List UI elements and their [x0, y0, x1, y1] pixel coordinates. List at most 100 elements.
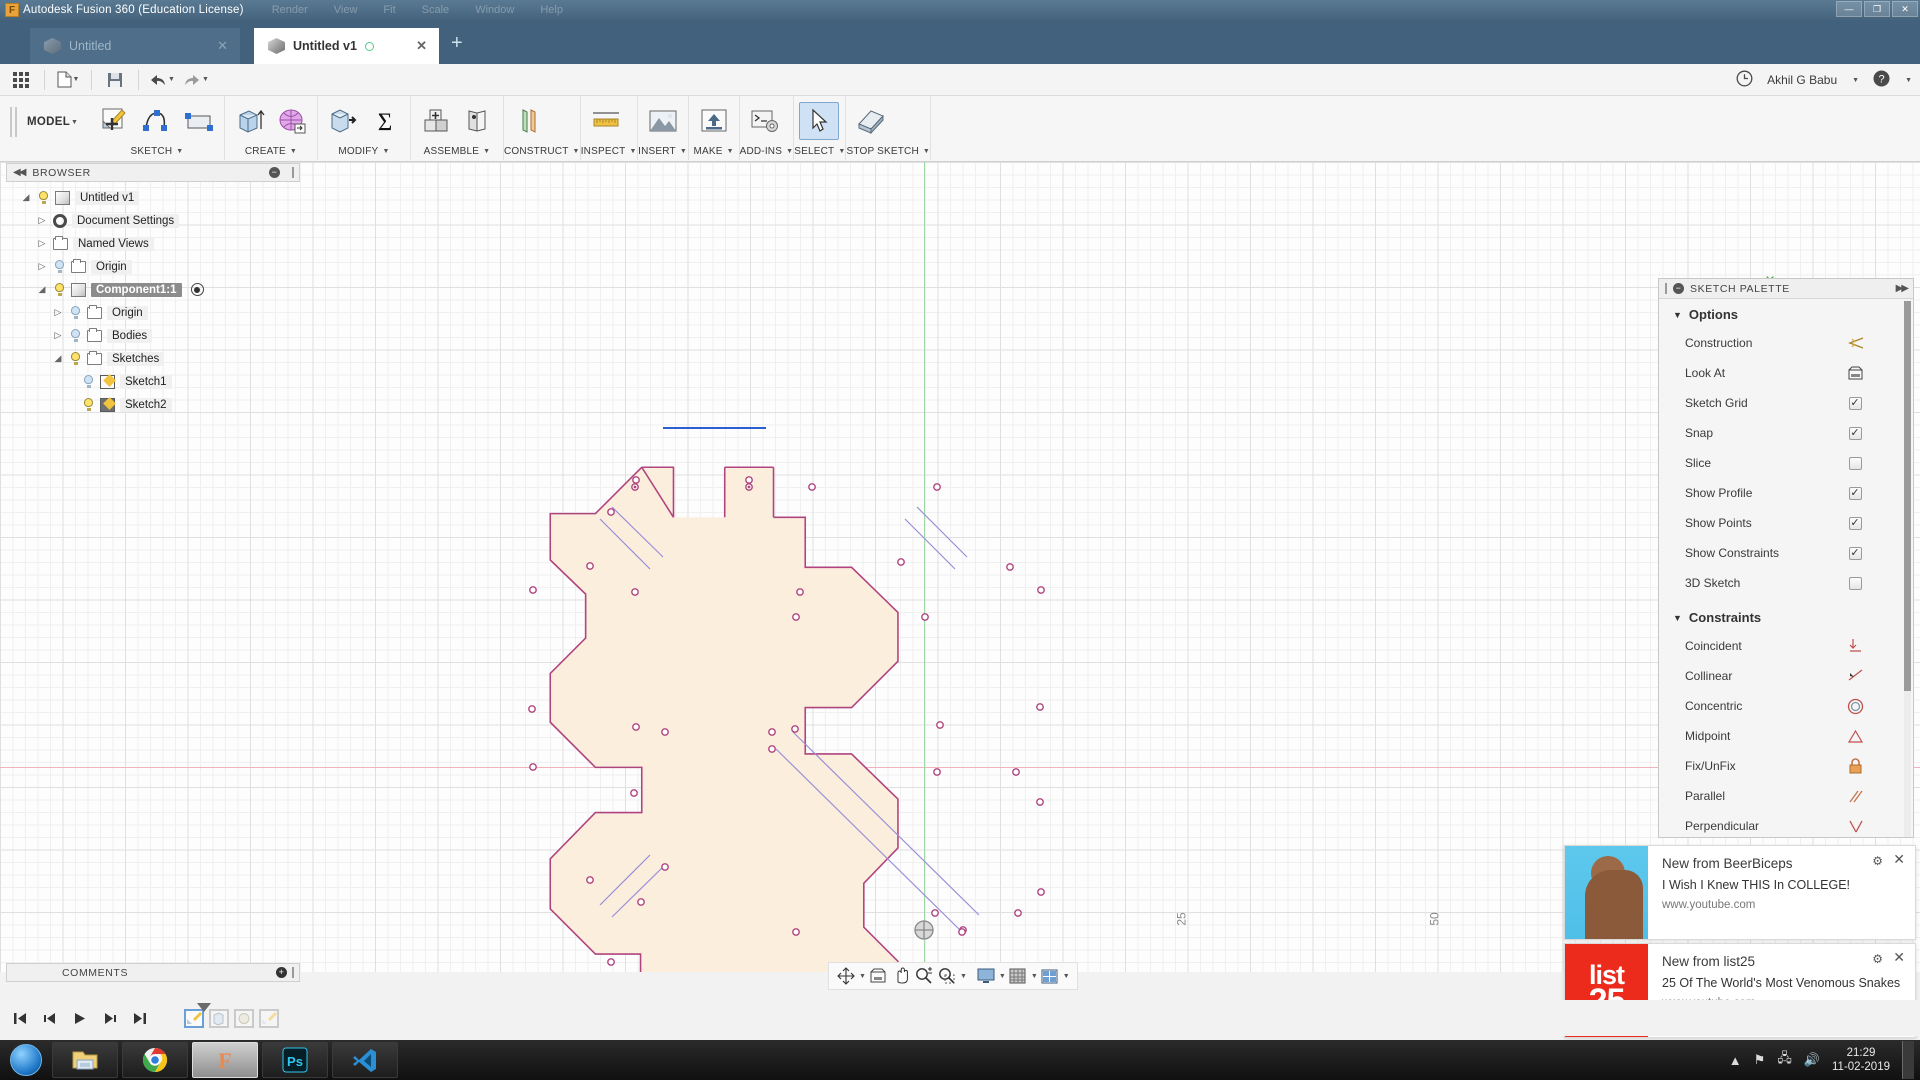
palette-row-3d-sketch[interactable]: 3D Sketch [1659, 568, 1913, 598]
ribbon-group-label[interactable]: STOP SKETCH ▼ [846, 143, 930, 160]
palette-row-coincident[interactable]: Coincident [1659, 631, 1913, 661]
close-icon[interactable]: ✕ [416, 38, 427, 54]
palette-row-midpoint[interactable]: Midpoint [1659, 721, 1913, 751]
chevron-down-icon[interactable]: ▼ [290, 148, 297, 155]
tree-item-named-views[interactable]: ▷ Named Views [20, 232, 320, 255]
maximize-button[interactable]: ❐ [1864, 1, 1890, 17]
photoshop-icon[interactable]: Ps [262, 1042, 328, 1078]
show-profile-checkbox[interactable]: ✓ [1849, 487, 1862, 500]
tree-item-bodies[interactable]: ▷ Bodies [20, 324, 320, 347]
tree-item-origin-component[interactable]: ▷ Origin [20, 301, 320, 324]
zoom-icon[interactable] [913, 965, 935, 987]
chevron-down-icon[interactable]: ▼ [483, 148, 490, 155]
chevron-down-icon[interactable]: ▼ [168, 76, 175, 83]
expand-triangle-icon[interactable]: ▷ [36, 238, 48, 249]
close-icon[interactable]: ✕ [1893, 851, 1905, 868]
palette-row-show-constraints[interactable]: Show Constraints ✓ [1659, 538, 1913, 568]
step-forward-icon[interactable] [100, 1008, 120, 1028]
new-tab-button[interactable]: + [439, 28, 475, 64]
scripts-addins-icon[interactable] [745, 102, 785, 140]
app-grid-icon[interactable] [6, 67, 36, 93]
fusion360-icon[interactable]: F [192, 1042, 258, 1078]
palette-row-show-points[interactable]: Show Points ✓ [1659, 508, 1913, 538]
chevron-down-icon[interactable]: ▼ [838, 148, 845, 155]
new-component-icon[interactable] [416, 102, 456, 140]
chevron-down-icon[interactable]: ▼ [1063, 973, 1070, 980]
parallel-icon[interactable] [1844, 789, 1866, 804]
display-settings-icon[interactable] [975, 965, 997, 987]
slice-checkbox[interactable] [1849, 457, 1862, 470]
press-pull-icon[interactable] [323, 102, 363, 140]
close-icon[interactable]: ✕ [217, 38, 228, 54]
close-button[interactable]: ✕ [1892, 1, 1918, 17]
new-file-icon[interactable]: ▼ [53, 67, 83, 93]
pan-icon[interactable] [890, 965, 912, 987]
tree-item-sketch2[interactable]: Sketch2 [20, 393, 320, 416]
document-tab-untitled-v1[interactable]: Untitled v1 ✕ [254, 28, 439, 64]
chevron-down-icon[interactable]: ▼ [1905, 77, 1912, 84]
ribbon-group-label[interactable]: ADD-INS ▼ [740, 143, 794, 160]
gear-icon[interactable]: ⚙ [1872, 854, 1883, 868]
midpoint-icon[interactable] [1844, 729, 1866, 744]
look-at-icon[interactable] [867, 965, 889, 987]
vscode-icon[interactable] [332, 1042, 398, 1078]
add-comment-icon[interactable]: + [276, 967, 287, 978]
chevron-down-icon[interactable]: ▼ [73, 76, 80, 83]
visibility-bulb-icon[interactable] [69, 329, 82, 343]
sketch-origin-marker[interactable] [915, 921, 933, 939]
chevron-down-icon[interactable]: ▼ [382, 148, 389, 155]
expand-triangle-icon[interactable]: ◢ [36, 284, 48, 295]
palette-row-perpendicular[interactable]: Perpendicular [1659, 811, 1913, 841]
3d-print-icon[interactable] [694, 102, 734, 140]
chevron-down-icon[interactable]: ▼ [71, 119, 78, 126]
chevron-down-icon[interactable]: ▼ [176, 148, 183, 155]
show-hidden-icons-icon[interactable]: ▲ [1729, 1053, 1742, 1068]
measure-icon[interactable] [586, 102, 626, 140]
collapse-left-icon[interactable]: ◀◀ [13, 167, 24, 178]
lock-icon[interactable] [1844, 758, 1866, 774]
show-constraints-checkbox[interactable]: ✓ [1849, 547, 1862, 560]
palette-row-construction[interactable]: Construction [1659, 328, 1913, 358]
collapse-triangle-icon[interactable]: ▼ [1673, 613, 1682, 623]
close-icon[interactable]: ✕ [1893, 949, 1905, 966]
stop-sketch-icon[interactable] [851, 102, 891, 140]
palette-row-fix-unfix[interactable]: Fix/UnFix [1659, 751, 1913, 781]
skip-end-icon[interactable] [130, 1008, 150, 1028]
chevron-down-icon[interactable]: ▼ [202, 76, 209, 83]
palette-row-concentric[interactable]: Concentric [1659, 691, 1913, 721]
expand-triangle-icon[interactable]: ▷ [36, 261, 48, 272]
chevron-down-icon[interactable]: ▼ [999, 973, 1006, 980]
tree-item-document-settings[interactable]: ▷ Document Settings [20, 209, 320, 232]
collapse-right-icon[interactable]: ▶▶ [1896, 283, 1907, 294]
palette-scroll-thumb[interactable] [1904, 301, 1911, 691]
browser-header[interactable]: ◀◀ BROWSER − [6, 163, 300, 182]
visibility-bulb-icon[interactable] [69, 352, 82, 366]
grid-snap-icon[interactable] [1007, 965, 1029, 987]
show-desktop-button[interactable] [1902, 1041, 1914, 1079]
visibility-bulb-icon[interactable] [69, 306, 82, 320]
ribbon-group-label[interactable]: INSPECT ▼ [581, 143, 637, 160]
perpendicular-icon[interactable] [1844, 819, 1866, 834]
comments-panel-header[interactable]: COMMENTS + [6, 963, 300, 982]
construction-icon[interactable] [1844, 336, 1866, 350]
snap-checkbox[interactable]: ✓ [1849, 427, 1862, 440]
sketch-grid-checkbox[interactable]: ✓ [1849, 397, 1862, 410]
select-icon[interactable] [799, 102, 839, 140]
chevron-down-icon[interactable]: ▼ [960, 973, 967, 980]
step-back-icon[interactable] [40, 1008, 60, 1028]
zoom-window-icon[interactable] [936, 965, 958, 987]
palette-row-slice[interactable]: Slice [1659, 448, 1913, 478]
3d-sketch-checkbox[interactable] [1849, 577, 1862, 590]
user-name-label[interactable]: Akhil G Babu [1767, 73, 1837, 87]
document-tab-untitled[interactable]: Untitled ✕ [30, 28, 240, 64]
play-icon[interactable] [70, 1008, 90, 1028]
tree-item-untitled-v1[interactable]: ◢ Untitled v1 [20, 186, 320, 209]
extrude-icon[interactable] [230, 102, 270, 140]
visibility-bulb-icon[interactable] [82, 398, 95, 412]
coincident-icon[interactable] [1844, 638, 1866, 654]
network-flag-icon[interactable]: ⚑ [1754, 1052, 1766, 1068]
expand-triangle-icon[interactable]: ▷ [52, 307, 64, 318]
chevron-down-icon[interactable]: ▼ [1852, 77, 1859, 84]
chevron-down-icon[interactable]: ▼ [573, 148, 580, 155]
volume-icon[interactable]: 🔊 [1804, 1052, 1820, 1068]
